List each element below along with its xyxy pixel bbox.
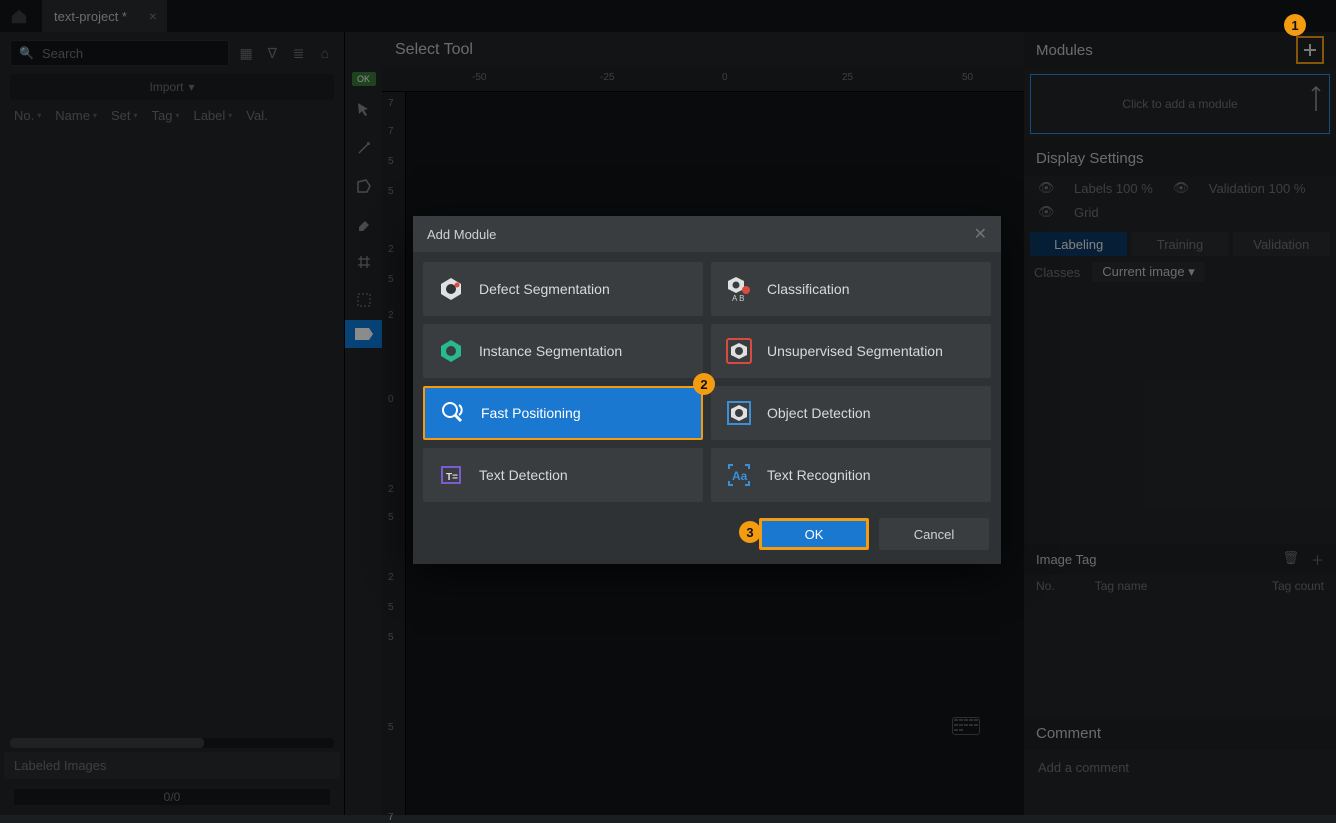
- ruler-horizontal: -50-2502550: [382, 68, 1024, 92]
- chevron-down-icon: ▾: [188, 80, 194, 94]
- search-input[interactable]: 🔍: [10, 40, 229, 66]
- grid-tool-icon[interactable]: [350, 248, 378, 276]
- tab-training[interactable]: Training: [1131, 232, 1228, 256]
- module-fast-positioning[interactable]: 2 Fast Positioning: [423, 386, 703, 440]
- module-drop-zone[interactable]: Click to add a module: [1030, 74, 1330, 134]
- project-tab[interactable]: text-project * ×: [42, 0, 167, 32]
- add-tag-icon[interactable]: ＋: [1311, 550, 1324, 569]
- cancel-button[interactable]: Cancel: [879, 518, 989, 550]
- nut-red-icon: [725, 337, 753, 365]
- import-button[interactable]: Import▾: [10, 74, 334, 100]
- module-defect-segmentation[interactable]: Defect Segmentation: [423, 262, 703, 316]
- col-set[interactable]: Set▾: [111, 108, 138, 123]
- col-tag[interactable]: Tag▾: [151, 108, 179, 123]
- callout-1: 1: [1284, 14, 1306, 36]
- add-module-dialog: Add Module ✕ Defect Segmentation A B Cla…: [413, 216, 1001, 564]
- module-text-recognition[interactable]: Aa Text Recognition: [711, 448, 991, 502]
- tab-validation[interactable]: Validation: [1233, 232, 1330, 256]
- display-settings-header: Display Settings: [1024, 140, 1336, 176]
- polygon-tool-icon[interactable]: [350, 172, 378, 200]
- list-icon[interactable]: ≣: [289, 42, 307, 64]
- delete-tag-icon[interactable]: 🗑: [1282, 550, 1299, 569]
- funnel-icon[interactable]: ∇: [263, 42, 281, 64]
- classes-scope-dropdown[interactable]: Current image ▾: [1092, 262, 1205, 282]
- eye-icon[interactable]: 👁: [1038, 180, 1054, 196]
- image-filter-icon[interactable]: ▦: [237, 42, 255, 64]
- comment-input[interactable]: Add a comment: [1024, 750, 1336, 785]
- wand-tool-icon[interactable]: [350, 134, 378, 162]
- tag-col-count: Tag count: [1272, 579, 1324, 593]
- svg-text:Aa: Aa: [732, 469, 748, 483]
- search-field[interactable]: [40, 45, 220, 62]
- ok-button[interactable]: OK: [759, 518, 869, 550]
- col-label[interactable]: Label▾: [193, 108, 232, 123]
- module-object-detection[interactable]: Object Detection: [711, 386, 991, 440]
- folder-icon[interactable]: ⌂: [316, 42, 334, 64]
- col-no[interactable]: No.▾: [14, 108, 41, 123]
- select-tool-bar: Select Tool: [345, 32, 1024, 68]
- select-rect-tool-icon[interactable]: [350, 286, 378, 314]
- text-recog-icon: Aa: [725, 461, 753, 489]
- eraser-tool-icon[interactable]: [350, 210, 378, 238]
- validation-visibility[interactable]: Validation 100 %: [1209, 181, 1306, 196]
- pointer-tool-icon[interactable]: [350, 96, 378, 124]
- home-icon[interactable]: [10, 7, 28, 25]
- module-classification[interactable]: A B Classification: [711, 262, 991, 316]
- grid-visibility[interactable]: Grid: [1074, 205, 1099, 220]
- classes-label: Classes: [1034, 265, 1080, 280]
- bbox-nut-icon: [725, 399, 753, 427]
- module-text-detection[interactable]: T= Text Detection: [423, 448, 703, 502]
- eye-icon[interactable]: 👁: [1173, 180, 1189, 196]
- ruler-vertical: 775525202525557: [382, 92, 406, 815]
- callout-2: 2: [693, 373, 715, 395]
- dialog-title: Add Module: [427, 227, 496, 242]
- tag-col-name: Tag name: [1095, 579, 1148, 593]
- eye-icon[interactable]: 👁: [1038, 204, 1054, 220]
- ok-badge[interactable]: OK: [352, 72, 376, 86]
- magnifier-icon: [439, 399, 467, 427]
- hexagon-icon: [437, 337, 465, 365]
- col-name[interactable]: Name▾: [55, 108, 97, 123]
- project-tab-label: text-project *: [54, 9, 127, 24]
- modules-header: Modules 1: [1024, 32, 1336, 68]
- labeled-images-label: Labeled Images: [4, 752, 340, 779]
- labels-visibility[interactable]: Labels 100 %: [1074, 181, 1153, 196]
- svg-text:A B: A B: [732, 294, 744, 303]
- text-detect-icon: T=: [437, 461, 465, 489]
- callout-3: 3: [739, 521, 761, 543]
- keyboard-icon[interactable]: [952, 717, 980, 735]
- tab-labeling[interactable]: Labeling: [1030, 232, 1127, 256]
- nut-icon: [437, 275, 465, 303]
- col-val[interactable]: Val.: [246, 108, 267, 123]
- comment-header: Comment: [1024, 717, 1336, 750]
- tag-col-no: No.: [1036, 579, 1055, 593]
- h-scrollbar[interactable]: [10, 738, 334, 748]
- close-icon[interactable]: ×: [149, 8, 157, 24]
- progress: 0/0: [14, 789, 330, 805]
- svg-text:T=: T=: [446, 472, 458, 483]
- active-tool-indicator[interactable]: [345, 320, 382, 348]
- add-module-button[interactable]: [1296, 36, 1324, 64]
- search-icon: 🔍: [19, 46, 34, 60]
- dialog-close-icon[interactable]: ✕: [974, 224, 987, 244]
- classification-icon: A B: [725, 275, 753, 303]
- image-tag-header: Image Tag: [1036, 552, 1096, 567]
- module-unsupervised-segmentation[interactable]: Unsupervised Segmentation: [711, 324, 991, 378]
- module-instance-segmentation[interactable]: Instance Segmentation: [423, 324, 703, 378]
